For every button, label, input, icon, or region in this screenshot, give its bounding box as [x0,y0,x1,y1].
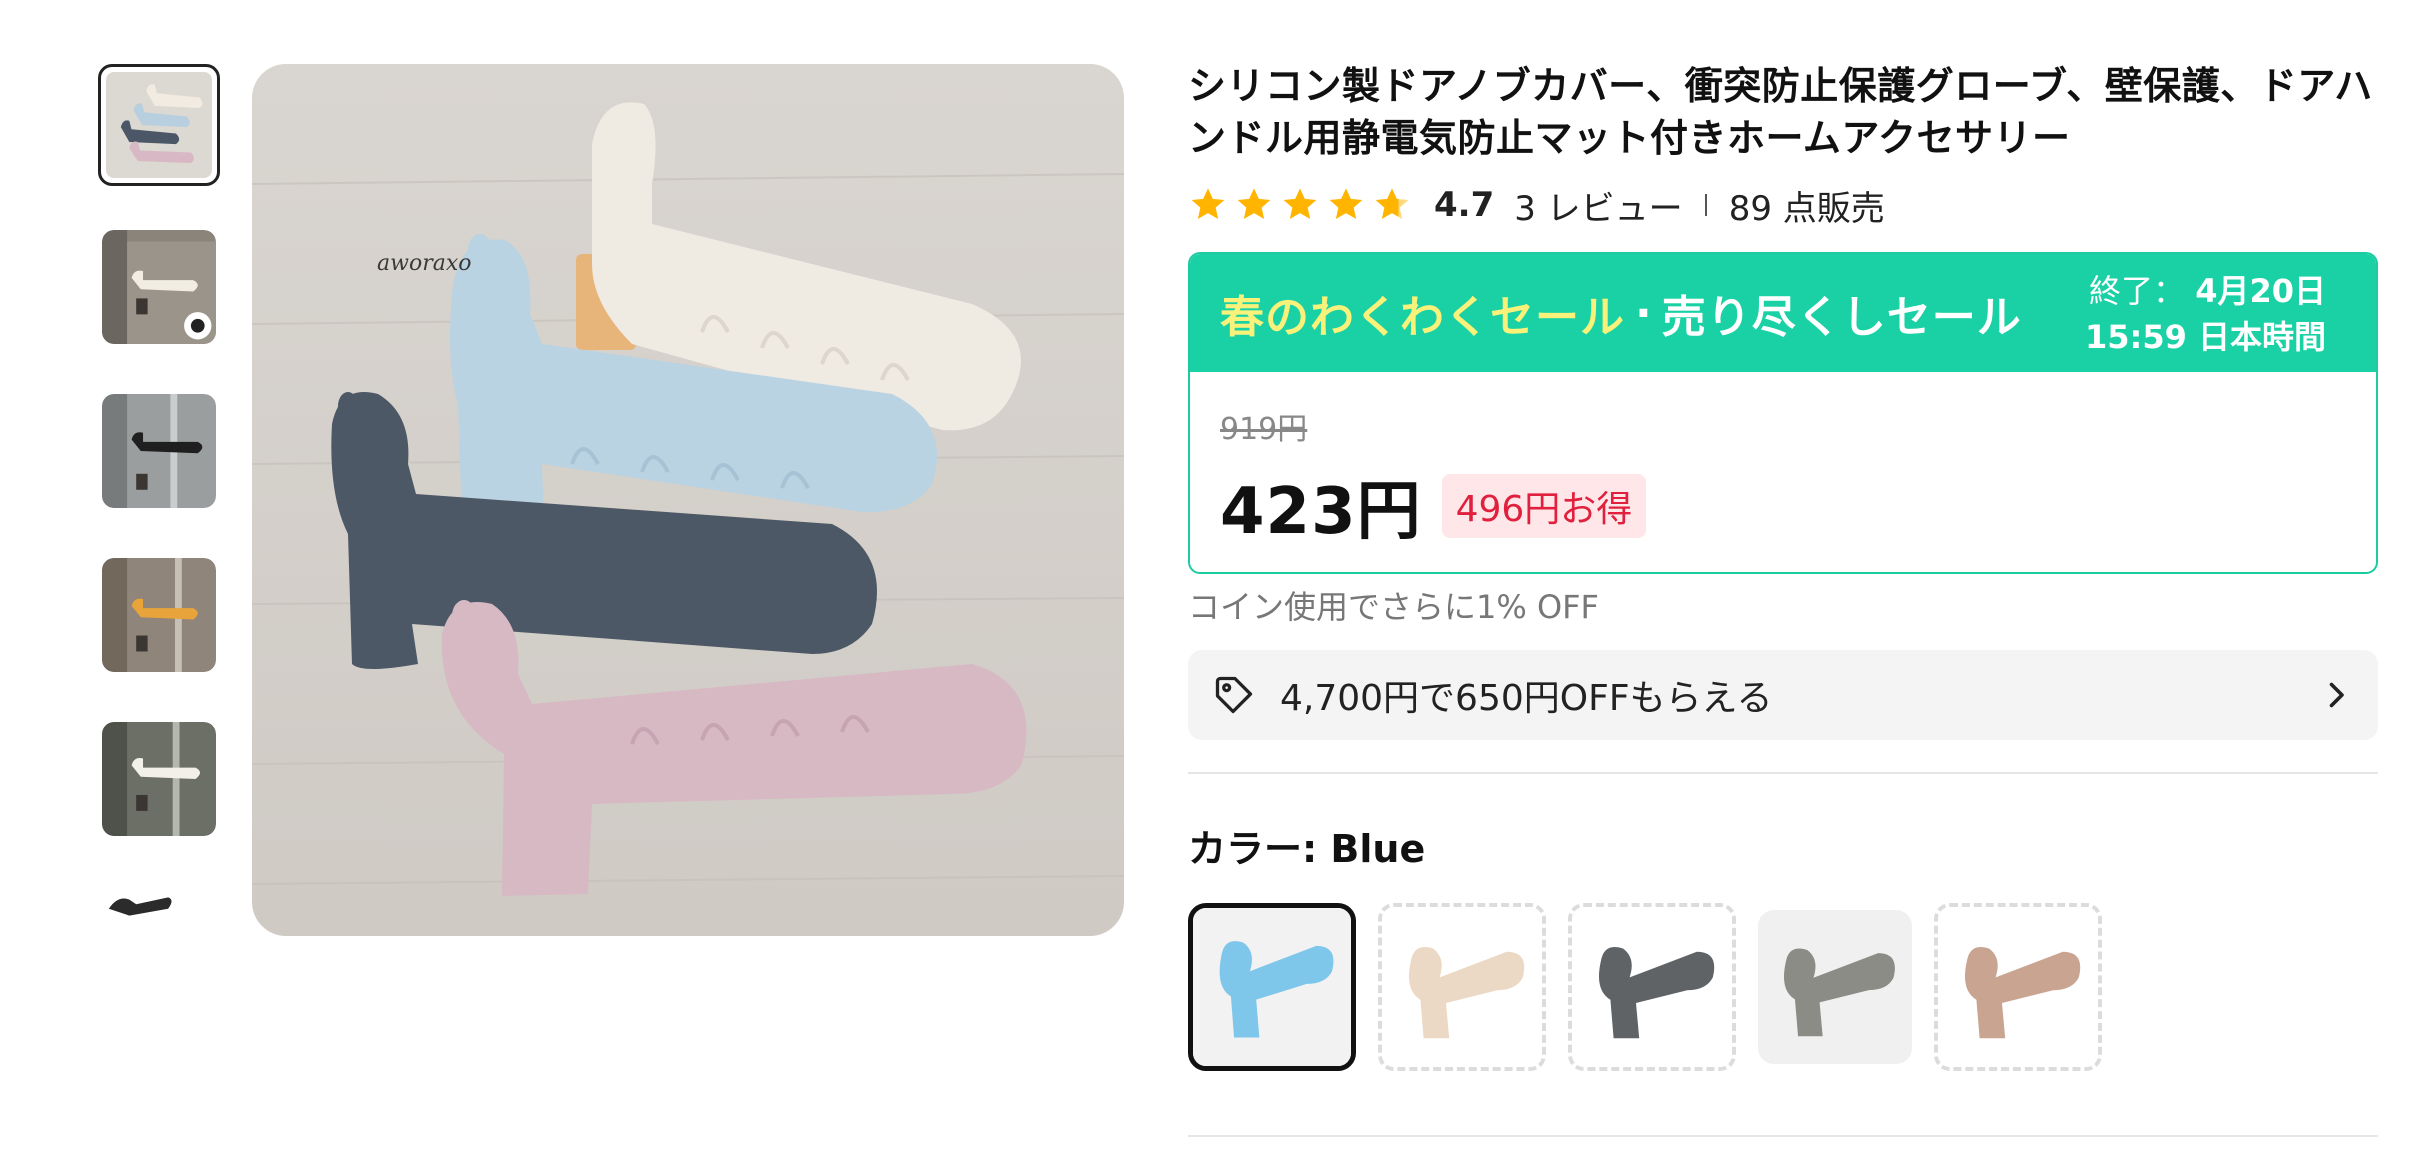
swatch-blue[interactable] [1188,903,1356,1071]
star-icon [1329,188,1363,219]
coupon-text: 4,700円で650円OFFもらえる [1280,678,1773,719]
sale-banner: 春のわくわくセール · 売り尽くしセール 終了： 4月20日 15:59 日本時… [1190,254,2376,372]
rating-row[interactable]: 4.7 3 レビュー 89 点販売 [1188,180,2378,230]
section-divider [1188,772,2378,774]
thumbnail-5[interactable] [102,722,216,836]
coin-discount-note: コイン使用でさらに1% OFF [1188,588,1599,626]
main-product-image[interactable]: aworaxo [252,64,1124,936]
sale-box: 春のわくわくセール · 売り尽くしセール 終了： 4月20日 15:59 日本時… [1188,252,2378,574]
image-signature: aworaxo [377,251,471,276]
section-divider-bottom [1188,1135,2378,1137]
sale-separator: · [1635,287,1652,339]
sale-subtitle: 売り尽くしセール [1661,292,2022,343]
product-title: シリコン製ドアノブカバー、衝突防止保護グローブ、壁保護、ドアハンドル用静電気防止… [1188,64,2373,160]
chevron-right-icon [2329,682,2344,708]
sale-end-date: 4月20日 [2195,272,2326,310]
star-rating [1188,185,1412,225]
original-price: 919円 [1220,412,1308,447]
sale-name: 春のわくわくセール [1220,292,1625,343]
star-icon [1191,188,1225,219]
sale-end-clock: 15:59 日本時間 [2084,318,2326,356]
sale-end-label: 終了： [2089,272,2186,310]
price-row: 423円 496円お得 [1220,460,2346,552]
thumbnail-6[interactable] [102,886,216,936]
product-info: シリコン製ドアノブカバー、衝突防止保護グローブ、壁保護、ドアハンドル用静電気防止… [1188,60,2378,1137]
half-star-icon [1375,188,1409,219]
thumbnail-2[interactable] [102,230,216,344]
sale-end-time: 終了： 4月20日 15:59 日本時間 [2085,268,2326,360]
sold-count: 89 点販売 [1728,188,1885,229]
star-icon [1283,188,1317,219]
swatch-pink-brown[interactable] [1934,903,2102,1071]
star-icon [1237,188,1271,219]
swatch-dark-gray[interactable] [1568,903,1736,1071]
price-area: 919円 423円 496円お得 [1190,372,2376,572]
tag-icon [1215,676,1253,714]
current-price: 423円 [1220,475,1422,549]
coupon-button[interactable]: 4,700円で650円OFFもらえる [1188,650,2378,740]
thumbnail-1[interactable] [98,64,220,186]
thumbnail-4[interactable] [102,558,216,672]
thumbnail-3[interactable] [102,394,216,508]
rating-score: 4.7 [1434,185,1495,225]
thumbnail-list[interactable] [98,64,220,936]
color-label: カラー: Blue [1188,827,1426,871]
saving-badge: 496円お得 [1441,474,1647,538]
review-count-link[interactable]: 3 レビュー [1514,181,1682,230]
swatch-gray[interactable] [1758,910,1912,1064]
swatch-beige[interactable] [1378,903,1546,1071]
divider [1704,194,1707,216]
color-swatches [1188,903,2378,1071]
